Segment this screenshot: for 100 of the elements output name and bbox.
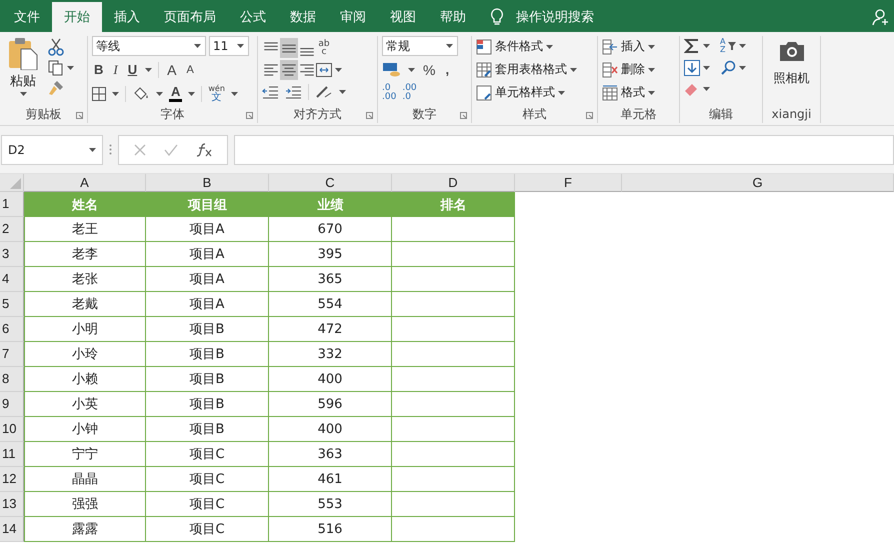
shrink-font-button[interactable]: A — [184, 62, 196, 78]
search-icon[interactable] — [720, 60, 736, 76]
table-cell: 400 — [269, 417, 392, 442]
row-header[interactable]: 5 — [0, 292, 24, 317]
row-header[interactable]: 10 — [0, 417, 24, 442]
caret-icon[interactable] — [703, 44, 710, 48]
row-header[interactable]: 7 — [0, 342, 24, 367]
bold-button[interactable]: B — [92, 62, 106, 78]
row-header[interactable]: 8 — [0, 367, 24, 392]
row-header[interactable]: 14 — [0, 517, 24, 542]
formula-input[interactable] — [234, 134, 894, 164]
caret-icon — [446, 44, 453, 48]
number-format-field[interactable]: 常规 — [382, 36, 458, 56]
style-menu-button[interactable]: 套用表格格式 — [476, 61, 577, 78]
group-label: 数字 — [412, 106, 436, 122]
scissors-icon[interactable] — [48, 38, 64, 56]
caret-icon[interactable] — [739, 66, 746, 70]
merge-center-icon[interactable] — [316, 63, 332, 77]
copy-icon[interactable] — [48, 60, 64, 76]
ribbon-tab[interactable]: 数据 — [278, 2, 328, 32]
caret-icon[interactable] — [339, 90, 346, 94]
camera-button[interactable]: 照相机 — [774, 36, 810, 105]
accounting-format-icon[interactable] — [382, 62, 402, 78]
italic-button[interactable]: I — [111, 62, 120, 78]
row-header[interactable]: 1 — [0, 192, 24, 217]
borders-icon[interactable] — [92, 86, 106, 100]
dialog-launcher-icon[interactable] — [366, 112, 373, 119]
cells-menu-button[interactable]: 格式 — [602, 84, 655, 101]
dialog-launcher-icon[interactable] — [460, 112, 467, 119]
name-box[interactable]: D2 — [1, 134, 103, 164]
middle-align-icon[interactable] — [280, 38, 298, 58]
ribbon-tab[interactable]: 文件 — [2, 2, 52, 32]
cells-menu-button[interactable]: 删除 — [602, 61, 655, 78]
paste-button[interactable]: 粘贴 — [4, 36, 42, 105]
row-header[interactable]: 2 — [0, 217, 24, 242]
increase-decimal-button[interactable]: .0 .00 — [382, 84, 396, 102]
sort-filter-button[interactable]: A Z — [720, 38, 726, 54]
ribbon-tab[interactable]: 页面布局 — [152, 2, 228, 32]
caret-icon[interactable] — [703, 66, 710, 70]
style-menu-button[interactable]: 单元格样式 — [476, 84, 577, 101]
font-name-field[interactable]: 等线 — [92, 36, 206, 56]
tell-me-search[interactable]: 操作说明搜索 — [516, 8, 594, 26]
caret-icon[interactable] — [703, 87, 710, 91]
row-header[interactable]: 6 — [0, 317, 24, 342]
funnel-icon[interactable] — [728, 42, 736, 50]
comma-style-button[interactable]: , — [443, 62, 452, 78]
font-color-button[interactable]: A — [169, 85, 182, 102]
caret-icon[interactable] — [408, 68, 415, 72]
column-header[interactable]: A — [24, 174, 146, 192]
ribbon-tab[interactable]: 审阅 — [328, 2, 378, 32]
table-cell: 老王 — [24, 217, 146, 242]
caret-icon[interactable] — [112, 92, 119, 96]
person-add-icon[interactable] — [872, 8, 890, 26]
decrease-indent-icon[interactable] — [262, 85, 279, 99]
caret-icon[interactable] — [739, 44, 746, 48]
caret-icon[interactable] — [230, 92, 238, 96]
phonetic-button[interactable]: wén 文 — [208, 84, 225, 103]
fill-bucket-icon[interactable] — [132, 86, 150, 102]
ribbon-tab[interactable]: 开始 — [52, 2, 102, 32]
column-header[interactable]: B — [146, 174, 269, 192]
function-icon[interactable] — [196, 142, 212, 156]
wrap-text-button[interactable]: ab c — [316, 40, 332, 56]
sum-icon[interactable] — [684, 38, 700, 54]
row-header[interactable]: 4 — [0, 267, 24, 292]
column-header[interactable]: C — [269, 174, 392, 192]
ribbon-tab[interactable]: 插入 — [102, 2, 152, 32]
column-header[interactable]: D — [392, 174, 515, 192]
row-header[interactable]: 13 — [0, 492, 24, 517]
row-header[interactable]: 9 — [0, 392, 24, 417]
underline-button[interactable]: U — [126, 62, 140, 78]
header-cell: 项目组 — [146, 192, 269, 217]
grow-font-button[interactable]: A — [165, 62, 178, 78]
table-cell: 项目C — [146, 442, 269, 467]
orientation-icon[interactable] — [315, 85, 333, 99]
lightbulb-icon[interactable] — [490, 8, 504, 26]
font-size-field[interactable]: 11 — [209, 36, 249, 56]
caret-icon[interactable] — [188, 92, 196, 96]
caret-icon[interactable] — [67, 66, 74, 70]
dialog-launcher-icon[interactable] — [586, 112, 593, 119]
column-header[interactable]: F — [515, 174, 622, 192]
caret-icon[interactable] — [156, 92, 163, 96]
ribbon-tab[interactable]: 公式 — [228, 2, 278, 32]
caret-icon[interactable] — [335, 68, 342, 72]
align-center-icon[interactable] — [280, 60, 298, 80]
decrease-decimal-button[interactable]: .00 .0 — [402, 84, 417, 102]
row-header[interactable]: 3 — [0, 242, 24, 267]
fill-down-icon[interactable] — [684, 60, 700, 76]
cells-menu-button[interactable]: 插入 — [602, 38, 655, 55]
ribbon-tab[interactable]: 视图 — [378, 2, 428, 32]
dialog-launcher-icon[interactable] — [76, 112, 83, 119]
format-painter-icon[interactable] — [48, 80, 64, 96]
dialog-launcher-icon[interactable] — [246, 112, 253, 119]
row-header[interactable]: 12 — [0, 467, 24, 492]
percent-button[interactable]: % — [421, 62, 438, 78]
caret-icon[interactable] — [145, 68, 152, 72]
row-header[interactable]: 11 — [0, 442, 24, 467]
ribbon-tab[interactable]: 帮助 — [428, 2, 478, 32]
column-header[interactable]: G — [622, 174, 894, 192]
style-menu-button[interactable]: 条件格式 — [476, 38, 577, 55]
increase-indent-icon[interactable] — [285, 85, 302, 99]
